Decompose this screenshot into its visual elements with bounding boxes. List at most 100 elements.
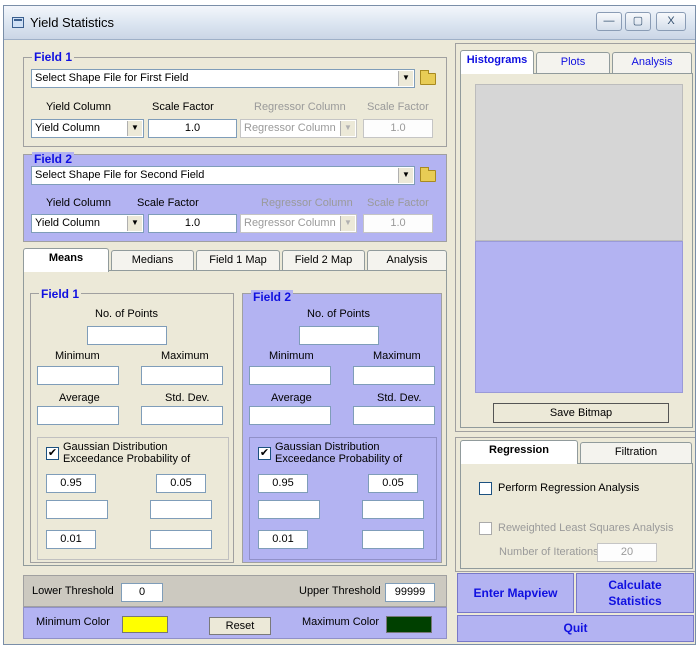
means-field1-prob3-input[interactable]: 0.01	[46, 530, 96, 549]
min-color-swatch[interactable]	[122, 616, 168, 633]
tab-field2-map[interactable]: Field 2 Map	[282, 250, 365, 271]
lower-threshold-input[interactable]: 0	[121, 583, 163, 602]
field1-shape-file-select[interactable]: Select Shape File for First Field ▼	[31, 69, 415, 88]
means-field2-points-label: No. of Points	[307, 308, 370, 320]
chevron-down-icon[interactable]: ▼	[127, 121, 142, 136]
field1-regressor-scale-input: 1.0	[363, 119, 433, 138]
save-bitmap-button[interactable]: Save Bitmap	[493, 403, 669, 423]
window-title: Yield Statistics	[30, 15, 115, 30]
min-color-label: Minimum Color	[36, 616, 110, 628]
quit-button[interactable]: Quit	[457, 615, 694, 642]
field2-shape-file-value: Select Shape File for Second Field	[35, 169, 205, 181]
regression-panel: Perform Regression Analysis Reweighted L…	[460, 463, 693, 569]
chevron-down-icon: ▼	[340, 121, 355, 136]
means-field1-group: Field 1 No. of Points Minimum Maximum Av…	[30, 287, 234, 563]
max-color-swatch[interactable]	[386, 616, 432, 633]
means-field2-maximum-label: Maximum	[373, 350, 421, 362]
means-field1-prob2-input[interactable]: 0.05	[156, 474, 206, 493]
yield-statistics-window: Yield Statistics — ▢ X Field 1 Select Sh…	[3, 5, 696, 645]
field2-yield-column-select[interactable]: Yield Column ▼	[31, 214, 144, 233]
maximize-button[interactable]: ▢	[625, 12, 651, 31]
tab-right-analysis[interactable]: Analysis	[612, 52, 692, 73]
field2-scale-factor-label: Scale Factor	[137, 197, 199, 209]
tab-regression[interactable]: Regression	[460, 440, 578, 464]
means-field2-gaussian-checkbox[interactable]: ✔	[258, 447, 271, 460]
field1-scale-factor-input[interactable]: 1.0	[148, 119, 237, 138]
means-field1-points-input[interactable]	[87, 326, 167, 345]
means-field1-gaussian-group: ✔ Gaussian Distribution Exceedance Proba…	[37, 437, 229, 560]
chevron-down-icon[interactable]: ▼	[398, 168, 413, 183]
means-field2-prob3-result	[362, 530, 424, 549]
perform-regression-label: Perform Regression Analysis	[498, 482, 640, 494]
field2-regressor-column-value: Regressor Column	[244, 217, 336, 229]
means-field1-average-input[interactable]	[37, 406, 119, 425]
means-field2-stddev-label: Std. Dev.	[377, 392, 422, 404]
tab-plots[interactable]: Plots	[536, 52, 610, 73]
means-field2-gaussian-line2: Exceedance Probability of	[275, 453, 403, 465]
lower-threshold-label: Lower Threshold	[32, 585, 114, 597]
field2-shape-file-select[interactable]: Select Shape File for Second Field ▼	[31, 166, 415, 185]
means-field1-minimum-label: Minimum	[55, 350, 100, 362]
means-field2-maximum-input[interactable]	[353, 366, 435, 385]
means-field2-gaussian-line1: Gaussian Distribution	[275, 441, 380, 453]
means-field1-stddev-input[interactable]	[141, 406, 223, 425]
field2-regressor-column-select: Regressor Column ▼	[240, 214, 357, 233]
field1-shape-file-value: Select Shape File for First Field	[35, 72, 189, 84]
means-field2-points-input[interactable]	[299, 326, 379, 345]
title-bar: Yield Statistics — ▢ X	[4, 6, 695, 40]
means-field2-gaussian-group: ✔ Gaussian Distribution Exceedance Proba…	[249, 437, 437, 560]
means-field2-prob2-input[interactable]: 0.05	[368, 474, 418, 493]
chevron-down-icon[interactable]: ▼	[127, 216, 142, 231]
minimize-button[interactable]: —	[596, 12, 622, 31]
means-field1-maximum-input[interactable]	[141, 366, 223, 385]
histogram-field1-area	[475, 84, 683, 241]
chevron-down-icon[interactable]: ▼	[398, 71, 413, 86]
tab-field1-map[interactable]: Field 1 Map	[196, 250, 280, 271]
enter-mapview-button[interactable]: Enter Mapview	[457, 573, 574, 613]
iterations-input: 20	[597, 543, 657, 562]
field2-yield-column-value: Yield Column	[35, 217, 101, 229]
field2-scale-factor-input[interactable]: 1.0	[148, 214, 237, 233]
chevron-down-icon: ▼	[340, 216, 355, 231]
upper-threshold-input[interactable]: 99999	[385, 583, 435, 602]
close-button[interactable]: X	[656, 12, 686, 31]
calculate-statistics-button[interactable]: Calculate Statistics	[576, 573, 694, 613]
means-field2-stddev-input[interactable]	[353, 406, 435, 425]
field1-group: Field 1 Select Shape File for First Fiel…	[23, 50, 447, 147]
histogram-panel: Save Bitmap	[460, 73, 693, 428]
max-color-label: Maximum Color	[302, 616, 380, 628]
means-field1-minimum-input[interactable]	[37, 366, 119, 385]
means-field2-average-label: Average	[271, 392, 312, 404]
field1-regressor-column-label: Regressor Column	[254, 101, 346, 113]
tab-analysis[interactable]: Analysis	[367, 250, 447, 271]
means-field1-stddev-label: Std. Dev.	[165, 392, 210, 404]
means-field2-average-input[interactable]	[249, 406, 331, 425]
field2-regressor-column-label: Regressor Column	[261, 197, 353, 209]
means-field2-minimum-label: Minimum	[269, 350, 314, 362]
means-field1-prob1-input[interactable]: 0.95	[46, 474, 96, 493]
calculate-label: Calculate	[608, 578, 662, 592]
tab-histograms[interactable]: Histograms	[460, 50, 534, 74]
perform-regression-checkbox[interactable]	[479, 482, 492, 495]
folder-open-icon[interactable]	[420, 167, 436, 182]
field2-regressor-scale-label: Scale Factor	[367, 197, 429, 209]
tab-means[interactable]: Means	[23, 248, 109, 272]
reweighted-least-squares-checkbox	[479, 522, 492, 535]
means-field2-prob3-input[interactable]: 0.01	[258, 530, 308, 549]
means-field1-legend: Field 1	[39, 287, 82, 301]
means-panel: Field 1 No. of Points Minimum Maximum Av…	[23, 270, 447, 566]
means-field2-minimum-input[interactable]	[249, 366, 331, 385]
field1-yield-column-select[interactable]: Yield Column ▼	[31, 119, 144, 138]
reset-button[interactable]: Reset	[209, 617, 271, 635]
tab-medians[interactable]: Medians	[111, 250, 194, 271]
histogram-field2-area	[475, 241, 683, 393]
folder-open-icon[interactable]	[420, 70, 436, 85]
field1-regressor-column-value: Regressor Column	[244, 122, 336, 134]
tab-filtration[interactable]: Filtration	[580, 442, 692, 463]
field1-scale-factor-label: Scale Factor	[152, 101, 214, 113]
means-field2-prob1-input[interactable]: 0.95	[258, 474, 308, 493]
means-field1-prob2-result	[150, 500, 212, 519]
app-icon	[12, 17, 24, 28]
means-field1-prob3-result	[150, 530, 212, 549]
means-field1-gaussian-checkbox[interactable]: ✔	[46, 447, 59, 460]
